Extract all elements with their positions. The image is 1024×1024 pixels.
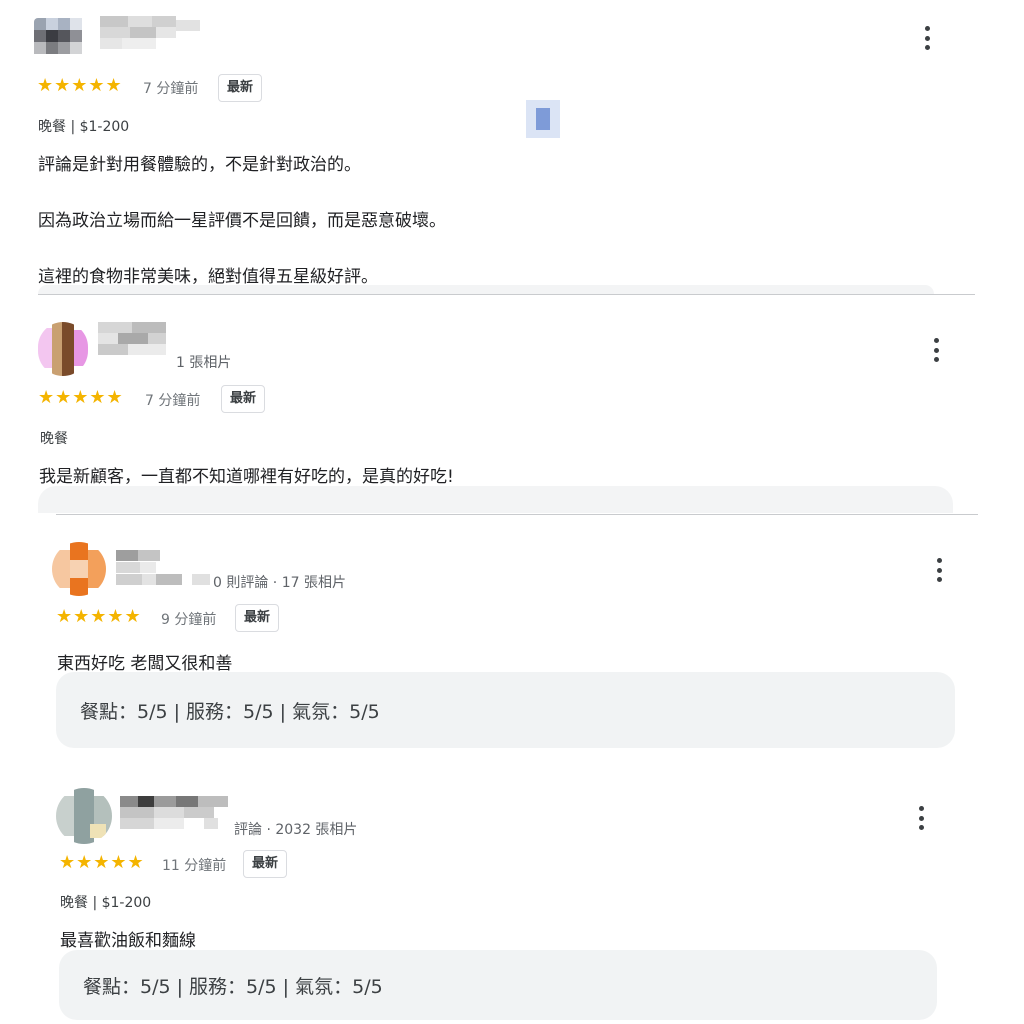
newest-badge: 最新: [218, 74, 263, 102]
star-rating: ★★★★★: [37, 75, 123, 96]
meal-price-info: 晚餐 | $1-200: [60, 895, 152, 911]
review-text-line: 我是新顧客，一直都不知道哪裡有好吃的，是真的好吃!: [39, 467, 454, 487]
star-rating: ★★★★★: [59, 852, 145, 873]
more-vert-icon[interactable]: [922, 26, 932, 50]
reviewer-meta: 1 張相片: [176, 355, 232, 371]
fade-panel: [38, 285, 934, 294]
more-vert-icon[interactable]: [934, 558, 944, 582]
reviewer-name-blurred[interactable]: [100, 16, 200, 60]
star-rating: ★★★★★: [56, 606, 142, 627]
review-text-line: 最喜歡油飯和麵線: [60, 931, 196, 951]
reviewer-avatar[interactable]: [56, 788, 112, 844]
more-vert-icon[interactable]: [931, 338, 941, 362]
meal-info: 晚餐: [40, 431, 68, 447]
reviewer-name-blurred[interactable]: [98, 322, 166, 374]
more-vert-icon[interactable]: [916, 806, 926, 830]
star-rating: ★★★★★: [38, 387, 124, 408]
fade-panel: [38, 486, 953, 513]
review-time: 7 分鐘前: [145, 393, 201, 409]
reviewer-avatar[interactable]: [38, 322, 88, 376]
review-card-3: 0 則評論 · 17 張相片 ★★★★★ 9 分鐘前 最新 東西好吃 老闆又很和…: [0, 516, 1024, 766]
reviewer-avatar[interactable]: [34, 18, 88, 60]
review-time: 7 分鐘前: [143, 81, 199, 97]
review-time: 9 分鐘前: [161, 612, 217, 628]
newest-badge: 最新: [221, 385, 266, 413]
reviewer-meta: 評論 · 2032 張相片: [234, 822, 358, 838]
meal-price-info: 晚餐 | $1-200: [38, 119, 130, 135]
review-card-1: ★★★★★ 7 分鐘前 最新 晚餐 | $1-200 評論是針對用餐體驗的，不是…: [0, 0, 1024, 295]
reviewer-name-blurred[interactable]: [120, 796, 230, 840]
review-text-line: 這裡的食物非常美味，絕對值得五星級好評。: [38, 267, 378, 287]
reviewer-avatar[interactable]: [52, 542, 106, 596]
divider: [56, 514, 978, 515]
ratings-breakdown: 餐點：5/5 | 服務：5/5 | 氣氛：5/5: [56, 672, 955, 748]
ratings-breakdown: 餐點：5/5 | 服務：5/5 | 氣氛：5/5: [59, 950, 937, 1020]
reviewer-meta: 0 則評論 · 17 張相片: [213, 575, 346, 591]
review-text-line: 東西好吃 老闆又很和善: [57, 654, 233, 674]
blurred-image-artifact: [526, 100, 560, 138]
review-text-line: 因為政治立場而給一星評價不是回饋，而是惡意破壞。: [38, 211, 446, 231]
review-time: 11 分鐘前: [162, 858, 227, 874]
divider: [38, 294, 975, 295]
newest-badge: 最新: [243, 850, 288, 878]
review-text-line: 評論是針對用餐體驗的，不是針對政治的。: [38, 155, 361, 175]
review-card-4: 評論 · 2032 張相片 ★★★★★ 11 分鐘前 最新 晚餐 | $1-20…: [0, 766, 1024, 1024]
reviewer-name-blurred[interactable]: [116, 550, 212, 590]
review-card-2: 1 張相片 ★★★★★ 7 分鐘前 最新 晚餐 我是新顧客，一直都不知道哪裡有好…: [0, 296, 1024, 516]
newest-badge: 最新: [235, 604, 280, 632]
